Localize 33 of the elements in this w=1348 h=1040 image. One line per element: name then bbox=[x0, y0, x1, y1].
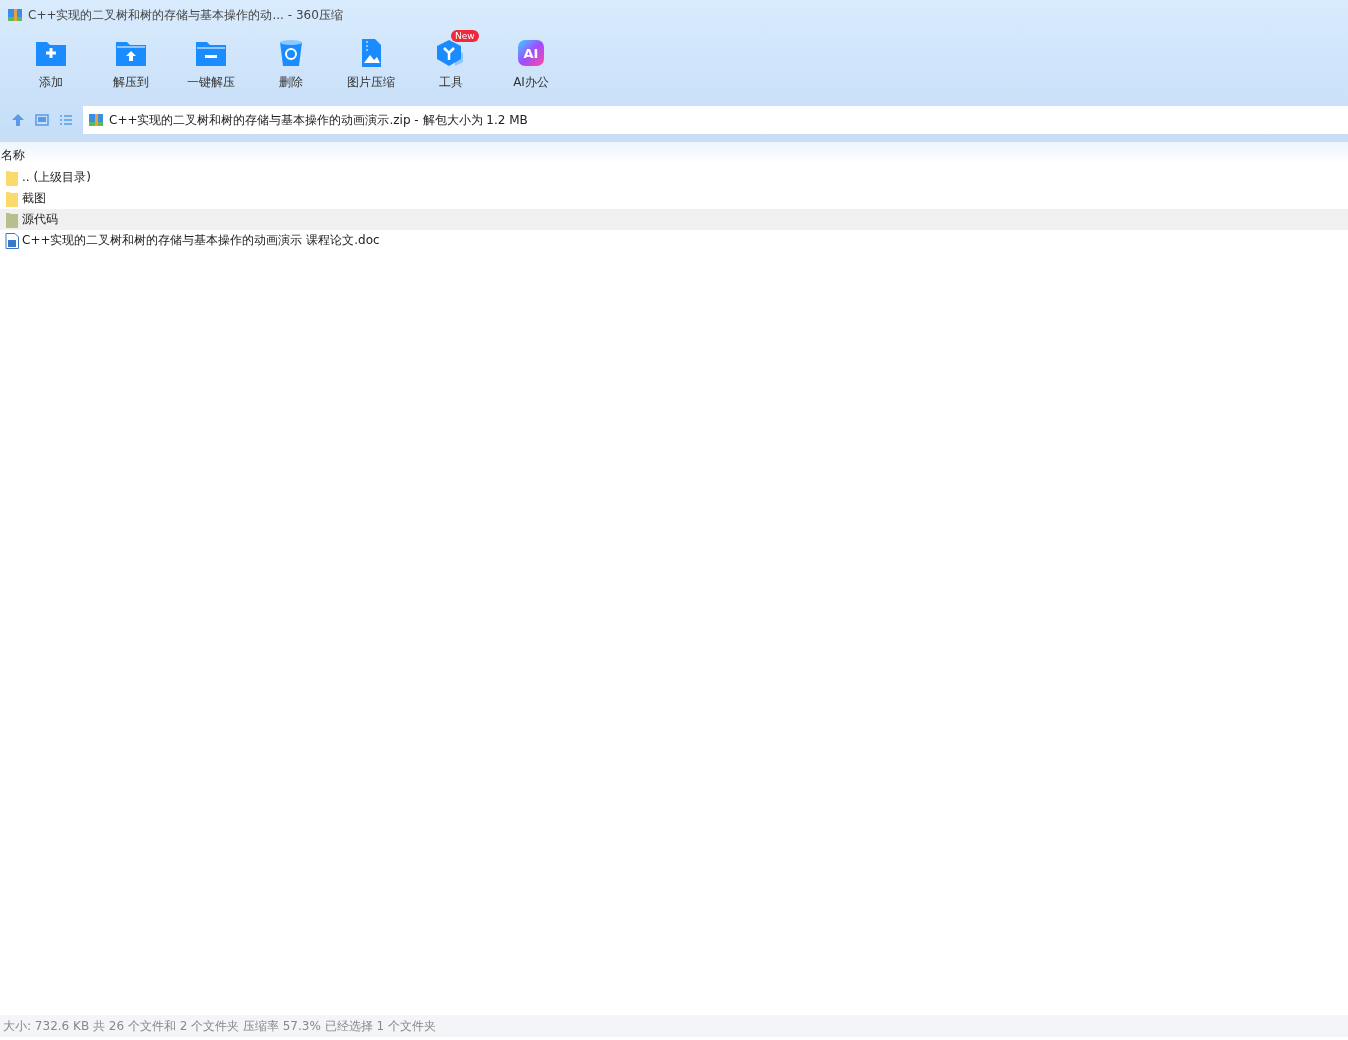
toolbar-button[interactable]: 解压到 bbox=[91, 30, 171, 105]
toolbar-button[interactable]: 图片压缩 bbox=[331, 30, 411, 105]
folder-plus-icon bbox=[35, 39, 67, 67]
window-title: C++实现的二叉树和树的存储与基本操作的动... - 360压缩 bbox=[28, 6, 343, 24]
file-row[interactable]: 截图 bbox=[0, 188, 1348, 209]
ai-logo: AI bbox=[518, 40, 544, 66]
folder-upload-icon bbox=[115, 39, 147, 67]
address-bar[interactable]: C++实现的二叉树和树的存储与基本操作的动画演示.zip - 解包大小为 1.2 MB bbox=[83, 106, 1348, 134]
folder-icon bbox=[5, 211, 19, 228]
archive-icon bbox=[7, 7, 23, 23]
file-name: C++实现的二叉树和树的存储与基本操作的动画演示 课程论文.doc bbox=[22, 232, 380, 249]
archive-path: C++实现的二叉树和树的存储与基本操作的动画演示.zip - 解包大小为 1.2 MB bbox=[109, 111, 528, 129]
toolbar-button[interactable]: 删除 bbox=[251, 30, 331, 105]
folder-icon bbox=[5, 169, 19, 186]
file-name: 截图 bbox=[22, 190, 46, 207]
column-header[interactable]: 名称 bbox=[0, 147, 25, 164]
file-row[interactable]: 源代码 bbox=[0, 209, 1348, 230]
archive-icon bbox=[88, 112, 104, 128]
toolbar-button[interactable]: AI AI办公 bbox=[491, 30, 571, 105]
new-badge: New bbox=[451, 30, 479, 42]
file-row[interactable]: .. (上级目录) bbox=[0, 167, 1348, 188]
file-row[interactable]: C++实现的二叉树和树的存储与基本操作的动画演示 课程论文.doc bbox=[0, 230, 1348, 251]
folder-icon bbox=[5, 190, 19, 207]
file-name: 源代码 bbox=[22, 211, 58, 228]
toolbar-button[interactable]: New 工具 bbox=[411, 30, 491, 105]
folder-minus-icon bbox=[195, 39, 227, 67]
toolbar-button[interactable]: 一键解压 bbox=[171, 30, 251, 105]
up-arrow-icon[interactable] bbox=[11, 113, 25, 127]
list-view-icon[interactable] bbox=[59, 113, 73, 127]
toolbar-button[interactable]: 添加 bbox=[11, 30, 91, 105]
thumbnail-view-icon[interactable] bbox=[35, 113, 49, 127]
status-bar: 大小: 732.6 KB 共 26 个文件和 2 个文件夹 压缩率 57.3% 已经选择 1 个文件夹 bbox=[0, 1015, 1348, 1037]
file-name: .. (上级目录) bbox=[22, 169, 91, 186]
